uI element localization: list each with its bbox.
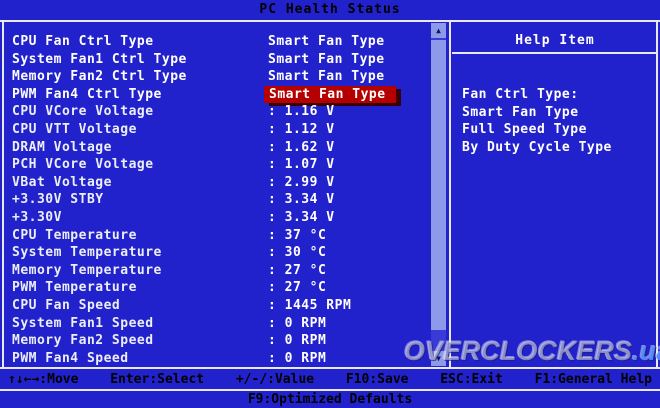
setting-value[interactable]: Smart Fan Type [264,85,396,104]
setting-row: DRAM Voltage : 1.62 V [12,139,430,157]
setting-value: : 1.16 V [268,104,335,120]
setting-row[interactable]: Memory Fan2 Ctrl Type Smart Fan Type [12,68,430,86]
setting-row: CPU Fan Speed : 1445 RPM [12,297,430,315]
setting-value: : 1445 RPM [268,297,352,313]
setting-row: System Temperature : 30 °C [12,244,430,262]
setting-label: VBat Voltage [12,174,112,190]
setting-label: CPU Temperature [12,227,137,243]
setting-label: CPU VCore Voltage [12,104,154,120]
setting-value: : 3.34 V [268,209,335,225]
setting-row: PWM Fan4 Speed : 0 RPM [12,350,430,368]
setting-row: Memory Temperature : 27 °C [12,262,430,280]
setting-label: CPU Fan Speed [12,297,121,313]
setting-value: : 1.62 V [268,139,335,155]
setting-label: System Temperature [12,245,162,261]
setting-row: VBat Voltage : 2.99 V [12,174,430,192]
footer-separator-line [0,389,660,391]
setting-row: +3.30V STBY : 3.34 V [12,191,430,209]
setting-row[interactable]: CPU Fan Ctrl Type Smart Fan Type [12,33,430,51]
help-panel-content: Fan Ctrl Type: Smart Fan Type Full Speed T… [462,86,658,156]
top-border-line [0,20,660,22]
setting-label: PWM Temperature [12,280,137,296]
setting-label: CPU VTT Voltage [12,121,137,137]
help-title-underline [452,52,658,54]
setting-label: System Fan1 Ctrl Type [12,51,187,67]
setting-value: : 1.12 V [268,121,335,137]
setting-value[interactable]: Smart Fan Type [268,68,385,86]
help-line: Full Speed Type [462,122,587,137]
setting-label: +3.30V [12,209,62,225]
setting-value: : 27 °C [268,280,327,296]
key-hint: F10:Save [345,372,409,387]
setting-row: PCH VCore Voltage : 1.07 V [12,156,430,174]
setting-row: CPU VTT Voltage : 1.12 V [12,121,430,139]
setting-row: CPU Temperature : 37 °C [12,227,430,245]
scrollbar[interactable]: ▲ ▼ [431,23,446,366]
setting-row: System Fan1 Speed : 0 RPM [12,315,430,333]
setting-row: CPU VCore Voltage : 1.16 V [12,103,430,121]
scrollbar-thumb[interactable] [431,40,446,330]
bios-health-status-screen: PC Health Status CPU Fan Ctrl Type Smart … [0,0,660,408]
help-line: Smart Fan Type [462,104,579,120]
defaults-hint: F9:Optimized Defaults [247,392,413,407]
setting-row: +3.30V : 3.34 V [12,209,430,227]
settings-list: CPU Fan Ctrl Type Smart Fan Type System Fa… [12,33,430,367]
setting-label: Memory Temperature [12,262,162,278]
setting-label: DRAM Voltage [12,139,112,155]
help-panel-title: Help Item [515,33,595,48]
scroll-up-arrow-icon[interactable]: ▲ [431,23,446,38]
setting-value: : 37 °C [268,227,327,243]
setting-value: : 3.34 V [268,192,335,208]
setting-row-selected[interactable]: PWM Fan4 Ctrl Type Smart Fan Type [12,85,430,104]
key-hint: ESC:Exit [440,372,503,387]
setting-row: Memory Fan2 Speed : 0 RPM [12,332,430,350]
key-hint: F1:General Help [534,372,652,387]
setting-value: : 2.99 V [268,174,335,190]
key-hint: ↑↓←→:Move [8,372,79,387]
setting-label: PCH VCore Voltage [12,157,154,173]
setting-value[interactable]: Smart Fan Type [268,51,385,69]
setting-value: : 0 RPM [268,350,327,366]
key-hints-bar: ↑↓←→:Move Enter:Select +/-/:Value F10:Save E… [0,371,660,389]
setting-row[interactable]: System Fan1 Ctrl Type Smart Fan Type [12,51,430,69]
setting-label: Memory Fan2 Speed [12,333,154,349]
panel-divider-line [449,21,451,368]
setting-value: : 30 °C [268,245,327,261]
setting-label: +3.30V STBY [12,192,104,208]
setting-label: System Fan1 Speed [12,315,154,331]
left-border-line [2,21,4,368]
setting-value: : 0 RPM [268,315,327,331]
setting-label: PWM Fan4 Ctrl Type [12,86,162,102]
key-hint: +/-/:Value [235,372,315,387]
right-border-line [656,21,658,368]
key-hint: Enter:Select [110,372,205,387]
scroll-down-arrow-icon[interactable]: ▼ [431,351,446,366]
help-line: By Duty Cycle Type [462,139,612,155]
help-line: Fan Ctrl Type: [462,87,579,102]
setting-label: Memory Fan2 Ctrl Type [12,69,187,85]
setting-label: PWM Fan4 Speed [12,350,129,366]
setting-value[interactable]: Smart Fan Type [268,33,385,51]
page-title: PC Health Status [259,2,401,17]
setting-label: CPU Fan Ctrl Type [12,34,154,49]
setting-row: PWM Temperature : 27 °C [12,279,430,297]
setting-value: : 27 °C [268,262,327,278]
setting-value: : 0 RPM [268,333,327,349]
bottom-border-line [0,367,660,369]
setting-value: : 1.07 V [268,157,335,173]
